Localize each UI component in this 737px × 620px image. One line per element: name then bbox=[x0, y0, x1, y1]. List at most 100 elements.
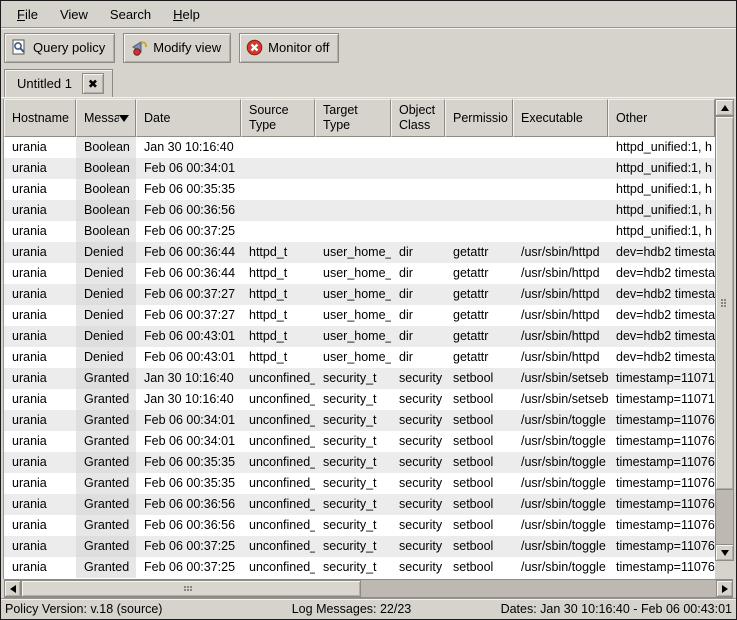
column-header-message[interactable]: Messa bbox=[76, 99, 136, 137]
table-row[interactable]: uraniaGrantedFeb 06 00:34:01unconfined_s… bbox=[4, 410, 715, 431]
cell-other: dev=hdb2 timesta bbox=[608, 347, 715, 368]
cell-permission bbox=[445, 137, 513, 158]
cell-date: Feb 06 00:37:27 bbox=[136, 305, 241, 326]
table-row[interactable]: uraniaBooleanFeb 06 00:36:56httpd_unifie… bbox=[4, 200, 715, 221]
cell-hostname: urania bbox=[4, 284, 76, 305]
cell-other: timestamp=11076 bbox=[608, 536, 715, 557]
cell-date: Feb 06 00:34:01 bbox=[136, 410, 241, 431]
table-row[interactable]: uraniaBooleanJan 30 10:16:40httpd_unifie… bbox=[4, 137, 715, 158]
cell-other: dev=hdb2 timesta bbox=[608, 263, 715, 284]
log-view-page: HostnameMessaDateSourceTypeTargetTypeObj… bbox=[1, 97, 736, 598]
table-row[interactable]: uraniaDeniedFeb 06 00:36:44httpd_tuser_h… bbox=[4, 242, 715, 263]
table-row[interactable]: uraniaGrantedFeb 06 00:37:25unconfined_s… bbox=[4, 536, 715, 557]
cell-permission: setbool bbox=[445, 389, 513, 410]
cell-executable: /usr/sbin/toggle bbox=[513, 410, 608, 431]
cell-target-type: security_t bbox=[315, 494, 391, 515]
cell-hostname: urania bbox=[4, 494, 76, 515]
monitor-off-button[interactable]: Monitor off bbox=[239, 33, 339, 63]
cell-source-type bbox=[241, 221, 315, 242]
tab-untitled-1[interactable]: Untitled 1 ✖ bbox=[4, 69, 113, 97]
cell-object-class bbox=[391, 137, 445, 158]
tab-close-button[interactable]: ✖ bbox=[82, 73, 104, 94]
menu-file[interactable]: File bbox=[7, 3, 48, 26]
column-header-permission[interactable]: Permission bbox=[445, 99, 513, 137]
column-header-object-class[interactable]: ObjectClass bbox=[391, 99, 445, 137]
menu-search[interactable]: Search bbox=[100, 3, 161, 26]
vertical-scrollbar-thumb[interactable] bbox=[715, 116, 734, 490]
table-row[interactable]: uraniaGrantedFeb 06 00:35:35unconfined_s… bbox=[4, 473, 715, 494]
table-row[interactable]: uraniaGrantedFeb 06 00:36:56unconfined_s… bbox=[4, 494, 715, 515]
scroll-up-button[interactable] bbox=[715, 99, 734, 116]
horizontal-scrollbar-thumb[interactable] bbox=[21, 580, 361, 597]
tab-bar: Untitled 1 ✖ bbox=[1, 67, 736, 97]
table-row[interactable]: uraniaGrantedFeb 06 00:37:25unconfined_s… bbox=[4, 557, 715, 578]
cell-target-type: security_t bbox=[315, 452, 391, 473]
column-header-target-type[interactable]: TargetType bbox=[315, 99, 391, 137]
cell-executable: /usr/sbin/setseb bbox=[513, 368, 608, 389]
cell-object-class: dir bbox=[391, 326, 445, 347]
vertical-scrollbar-trough[interactable] bbox=[715, 490, 734, 544]
column-header-source-type[interactable]: SourceType bbox=[241, 99, 315, 137]
horizontal-scrollbar[interactable] bbox=[4, 579, 733, 598]
cell-source-type: unconfined_ bbox=[241, 431, 315, 452]
modify-view-button[interactable]: Modify view bbox=[123, 33, 231, 63]
scroll-left-button[interactable] bbox=[4, 580, 21, 597]
cell-source-type: unconfined_ bbox=[241, 368, 315, 389]
table-row[interactable]: uraniaGrantedJan 30 10:16:40unconfined_s… bbox=[4, 389, 715, 410]
cell-permission: setbool bbox=[445, 452, 513, 473]
column-header-executable[interactable]: Executable bbox=[513, 99, 608, 137]
table-row[interactable]: uraniaDeniedFeb 06 00:36:44httpd_tuser_h… bbox=[4, 263, 715, 284]
cell-object-class: security bbox=[391, 410, 445, 431]
table-row[interactable]: uraniaBooleanFeb 06 00:35:35httpd_unifie… bbox=[4, 179, 715, 200]
column-header-date[interactable]: Date bbox=[136, 99, 241, 137]
cell-message: Denied bbox=[76, 326, 136, 347]
seaudit-window: File View Search Help Query policy bbox=[0, 0, 737, 620]
query-policy-icon bbox=[11, 39, 28, 56]
table-row[interactable]: uraniaDeniedFeb 06 00:43:01httpd_tuser_h… bbox=[4, 347, 715, 368]
cell-permission: setbool bbox=[445, 557, 513, 578]
cell-source-type: unconfined_ bbox=[241, 494, 315, 515]
cell-other: httpd_unified:1, h bbox=[608, 200, 715, 221]
log-messages-status: Log Messages: 22/23 bbox=[273, 602, 430, 616]
menu-view[interactable]: View bbox=[50, 3, 98, 26]
cell-source-type bbox=[241, 179, 315, 200]
cell-message: Granted bbox=[76, 368, 136, 389]
cell-target-type bbox=[315, 179, 391, 200]
table-row[interactable]: uraniaBooleanFeb 06 00:34:01httpd_unifie… bbox=[4, 158, 715, 179]
cell-target-type: user_home_ bbox=[315, 263, 391, 284]
column-header-other[interactable]: Other bbox=[608, 99, 715, 137]
cell-object-class: security bbox=[391, 431, 445, 452]
query-policy-button[interactable]: Query policy bbox=[4, 33, 115, 63]
cell-other: timestamp=11076 bbox=[608, 473, 715, 494]
cell-target-type: security_t bbox=[315, 515, 391, 536]
table-row[interactable]: uraniaDeniedFeb 06 00:37:27httpd_tuser_h… bbox=[4, 305, 715, 326]
cell-object-class: dir bbox=[391, 284, 445, 305]
cell-target-type: security_t bbox=[315, 431, 391, 452]
cell-executable: /usr/sbin/httpd bbox=[513, 347, 608, 368]
cell-object-class: security bbox=[391, 494, 445, 515]
table-row[interactable]: uraniaGrantedFeb 06 00:36:56unconfined_s… bbox=[4, 515, 715, 536]
cell-target-type: security_t bbox=[315, 410, 391, 431]
table-row[interactable]: uraniaGrantedFeb 06 00:34:01unconfined_s… bbox=[4, 431, 715, 452]
horizontal-scrollbar-trough[interactable] bbox=[361, 580, 716, 597]
scroll-right-button[interactable] bbox=[716, 580, 733, 597]
cell-permission: getattr bbox=[445, 326, 513, 347]
table-row[interactable]: uraniaDeniedFeb 06 00:37:27httpd_tuser_h… bbox=[4, 284, 715, 305]
menu-help[interactable]: Help bbox=[163, 3, 210, 26]
table-row[interactable]: uraniaDeniedFeb 06 00:43:01httpd_tuser_h… bbox=[4, 326, 715, 347]
cell-message: Granted bbox=[76, 473, 136, 494]
table-row[interactable]: uraniaGrantedFeb 06 00:35:35unconfined_s… bbox=[4, 452, 715, 473]
cell-source-type bbox=[241, 200, 315, 221]
arrow-down-icon bbox=[721, 550, 729, 556]
vertical-scrollbar[interactable] bbox=[715, 99, 734, 579]
cell-date: Feb 06 00:35:35 bbox=[136, 179, 241, 200]
column-header-hostname[interactable]: Hostname bbox=[4, 99, 76, 137]
cell-hostname: urania bbox=[4, 200, 76, 221]
cell-other: dev=hdb2 timesta bbox=[608, 326, 715, 347]
cell-target-type: user_home_ bbox=[315, 305, 391, 326]
table-row[interactable]: uraniaGrantedJan 30 10:16:40unconfined_s… bbox=[4, 368, 715, 389]
cell-other: httpd_unified:1, h bbox=[608, 158, 715, 179]
table-row[interactable]: uraniaBooleanFeb 06 00:37:25httpd_unifie… bbox=[4, 221, 715, 242]
cell-hostname: urania bbox=[4, 389, 76, 410]
scroll-down-button[interactable] bbox=[715, 544, 734, 561]
